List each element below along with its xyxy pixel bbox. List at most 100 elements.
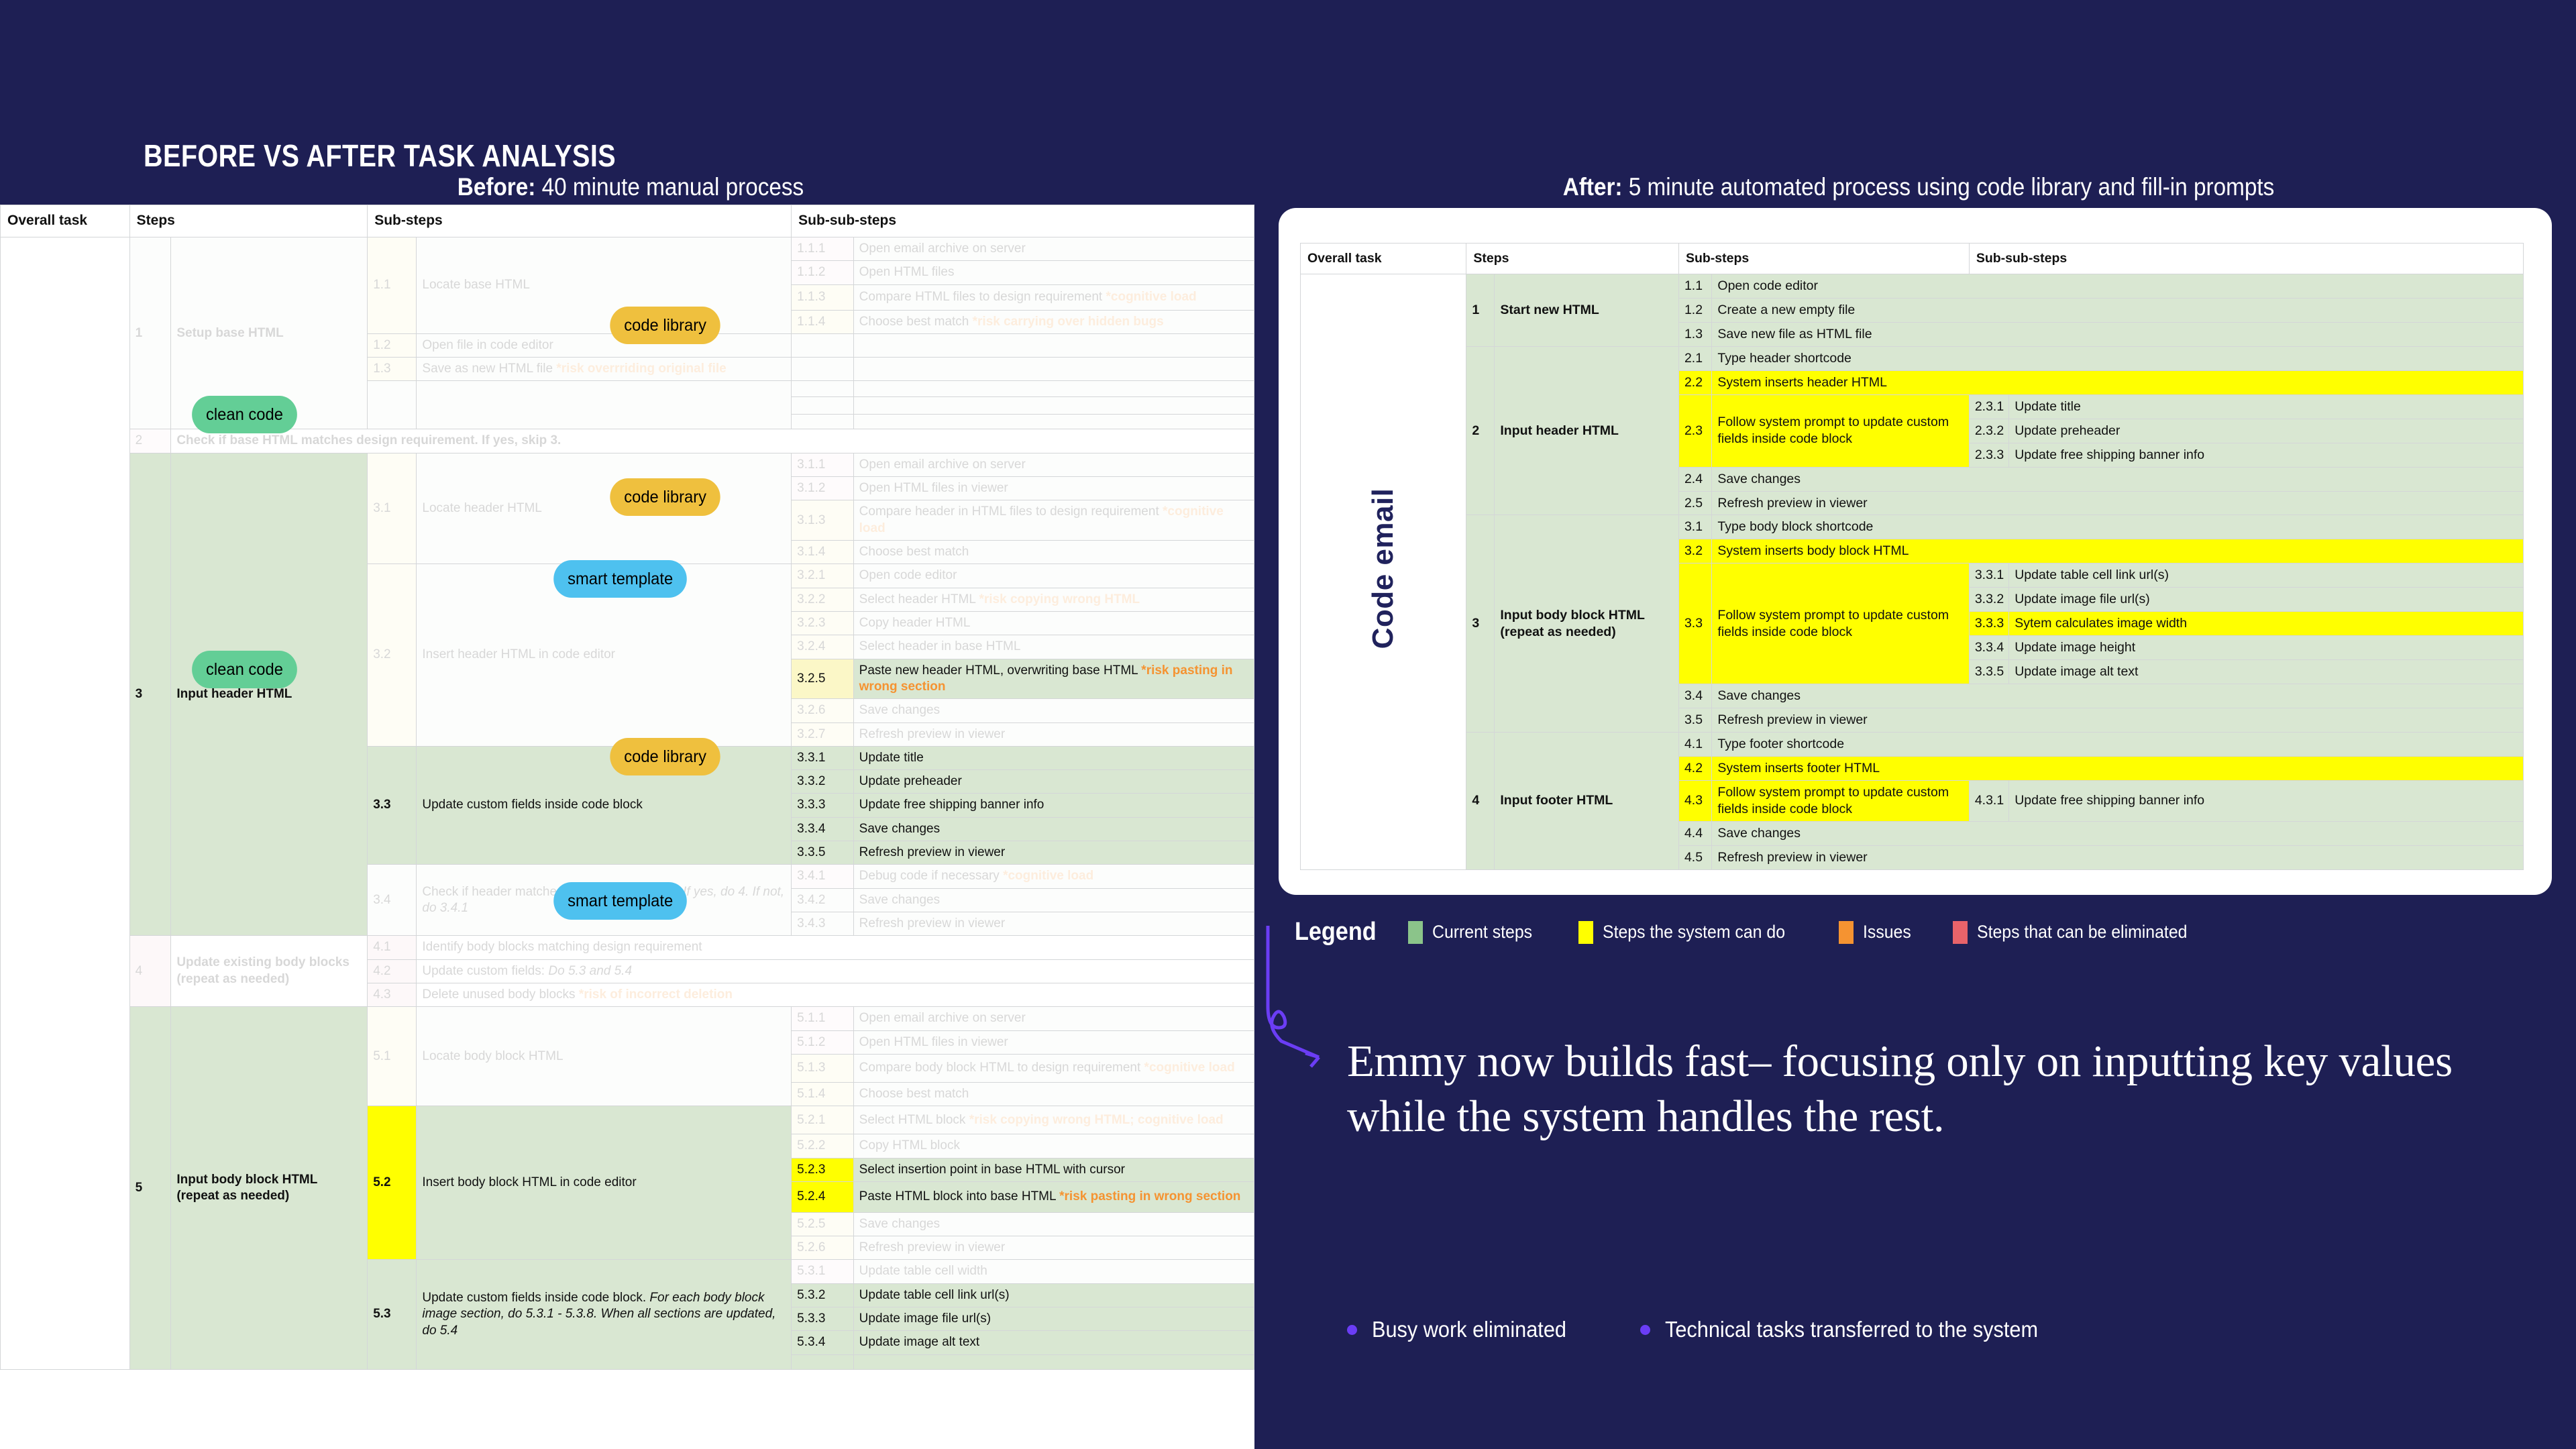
cell-label: Paste HTML block into base HTML <box>859 1189 1056 1204</box>
sub-sub-step-number: 5.2.1 <box>791 1106 854 1135</box>
sub-sub-step-number: 3.1.2 <box>791 476 854 501</box>
risk-note: *cognitive load <box>1003 869 1094 883</box>
sub-step-number: 3.2 <box>367 564 417 747</box>
cell-label: Select header HTML <box>859 592 976 606</box>
pill-label: clean code <box>206 405 283 424</box>
table-row: 3 Input body block HTML (repeat as needed… <box>1301 515 2524 733</box>
sub-sub-step-number: 3.4.3 <box>791 911 854 936</box>
after-caption-bold: After: <box>1562 173 1623 201</box>
cell-label: Update custom fields inside code block <box>422 798 643 812</box>
annotation-pill-code-library[interactable]: code library <box>610 738 720 775</box>
cell-label: Insert body block HTML in code editor <box>422 1175 637 1190</box>
sub-step-number: 4.5 <box>1678 845 1713 870</box>
sub-step-number: 1.2 <box>367 333 417 358</box>
sub-sub-step-label: Choose best match <box>853 1081 1254 1107</box>
step-label: Start new HTML <box>1494 273 1679 347</box>
cell-label: Copy HTML block <box>859 1138 960 1153</box>
step-number: 3 <box>1466 515 1495 733</box>
cell-label: Refresh preview in viewer <box>859 916 1006 930</box>
table-row: 3 Input header HTML 3.1 Locate header HTML 3… <box>1 452 1254 936</box>
sub-sub-step-number: 5.1.4 <box>791 1081 854 1107</box>
sub-sub-step-label: Save changes <box>853 698 1254 723</box>
before-caption-bold: Before: <box>457 173 536 201</box>
annotation-pill-code-library[interactable]: code library <box>610 307 720 344</box>
annotation-pill-clean-code[interactable]: clean code <box>192 396 297 433</box>
sub-sub-step-number: 3.3.5 <box>791 841 854 865</box>
risk-note: *cognitive load <box>1144 1061 1235 1075</box>
table-header-row: Overall task Steps Sub-steps Sub-sub-steps <box>0 205 1254 237</box>
sub-sub-step-number <box>791 333 854 358</box>
sub-step-number: 5.1 <box>367 1006 417 1107</box>
step-label: Update existing body blocks (repeat as n… <box>170 935 368 1008</box>
step-number: 2 <box>1466 345 1495 516</box>
sub-sub-step-number: 5.1.1 <box>791 1006 854 1031</box>
bullet-dot-icon <box>1640 1324 1650 1335</box>
sub-sub-step-label: Open HTML files in viewer <box>853 1030 1254 1055</box>
table-row: 1 Setup base HTML 1.1 Locate base HTML 1.1.1… <box>0 236 1254 1370</box>
sub-step-label: Delete unused body blocks *risk of incor… <box>416 982 1254 1008</box>
risk-note: *risk copying wrong HTML; cognitive load <box>969 1112 1224 1127</box>
after-table-mount: Overall task Steps Sub-steps Sub-sub-steps C… <box>1299 243 2524 870</box>
sub-sub-step-label: Copy HTML block <box>853 1134 1254 1159</box>
sub-sub-step-label: Open code editor <box>853 564 1254 588</box>
cell-label: Save as new HTML file <box>422 362 553 376</box>
bullet-item: Busy work eliminated <box>1347 1317 1581 1342</box>
sub-step-label: Update custom fields: Do 5.3 and 5.4 <box>416 959 1254 983</box>
step-label: Input header HTML <box>1494 345 1679 516</box>
overall-task-cell: Code email <box>1299 273 1467 870</box>
before-column-caption: Before: 40 minute manual process <box>63 173 1198 201</box>
sub-sub-step-label: Update image alt text <box>2008 659 2524 685</box>
sub-step-number: 1.2 <box>1678 297 1713 323</box>
sub-sub-step-label: Choose best match <box>853 539 1254 565</box>
step-number: 3 <box>129 452 172 936</box>
sub-sub-step-label <box>853 357 1254 382</box>
cell-label: Save changes <box>859 1216 941 1231</box>
cell-label: Refresh preview in viewer <box>859 1240 1006 1255</box>
sub-step-label: System inserts body block HTML <box>1711 539 2524 564</box>
legend-item: Current steps <box>1408 920 1541 944</box>
sub-sub-step-label: Copy header HTML <box>853 610 1254 636</box>
bullet-label: Busy work eliminated <box>1372 1317 1566 1342</box>
table-row: Code email 1 Start new HTML 1.1 Open code ed… <box>1299 273 2524 870</box>
table-row: 4 Update existing body blocks (repeat as … <box>1 935 1254 1008</box>
sub-sub-step-number: 3.2.4 <box>791 635 854 659</box>
bullet-label: Technical tasks transferred to the syste… <box>1664 1317 2038 1342</box>
sub-sub-step-label: Open HTML files in viewer <box>853 476 1254 501</box>
sub-sub-step-number: 3.3.1 <box>791 745 854 771</box>
sub-sub-step-number: 5.2.5 <box>791 1212 854 1237</box>
sub-sub-step-number: 3.1.1 <box>791 452 854 478</box>
cell-label: Update free shipping banner info <box>859 798 1044 812</box>
sub-step-number: 2.5 <box>1678 490 1713 516</box>
pill-label: code library <box>624 487 707 506</box>
table-row: 2 Check if base HTML matches design requi… <box>1 429 1254 453</box>
sub-sub-step-label: Paste HTML block into base HTML *risk pa… <box>853 1181 1254 1213</box>
sub-step-label: Save as new HTML file *risk overrriding … <box>416 357 792 382</box>
sub-sub-step-label: Open email archive on server <box>853 452 1254 478</box>
sub-sub-step-number: 5.2.2 <box>791 1134 854 1159</box>
pill-label: code library <box>624 315 707 335</box>
cell-label: Compare HTML files to design requirement <box>859 289 1103 304</box>
cell-label: Update table cell width <box>859 1264 987 1279</box>
sub-sub-step-number: 3.4.1 <box>791 864 854 889</box>
sub-step-label: Locate header HTML <box>416 452 792 565</box>
cell-label: Debug code if necessary <box>859 869 1000 883</box>
cell-label: Update custom fields: <box>422 963 545 978</box>
sub-sub-step-label: Update preheader <box>2008 418 2524 443</box>
cell-label: Compare body block HTML to design requir… <box>859 1061 1141 1075</box>
callout-bullets: Busy work eliminated Technical tasks tran… <box>1347 1317 2125 1342</box>
annotation-pill-smart-template[interactable]: smart template <box>553 882 688 920</box>
sub-sub-step-number: 5.2.3 <box>791 1157 854 1182</box>
annotation-pill-code-library[interactable]: code library <box>610 478 720 516</box>
sub-step-number: 4.1 <box>1678 732 1713 757</box>
cell-label: Locate header HTML <box>422 500 542 515</box>
step-label: Input body block HTML (repeat as needed) <box>1494 515 1679 733</box>
sub-sub-step-number <box>791 414 854 430</box>
risk-note: *risk pasting in wrong section <box>1059 1189 1241 1204</box>
annotation-pill-clean-code[interactable]: clean code <box>192 651 297 688</box>
cell-label: Update title <box>859 750 924 765</box>
pill-label: smart template <box>568 569 674 588</box>
cell-label: Update custom fields inside code block. <box>422 1291 647 1305</box>
pill-label: smart template <box>568 891 674 910</box>
annotation-pill-smart-template[interactable]: smart template <box>553 560 688 598</box>
sub-sub-step-label: Debug code if necessary *cognitive load <box>853 864 1254 889</box>
